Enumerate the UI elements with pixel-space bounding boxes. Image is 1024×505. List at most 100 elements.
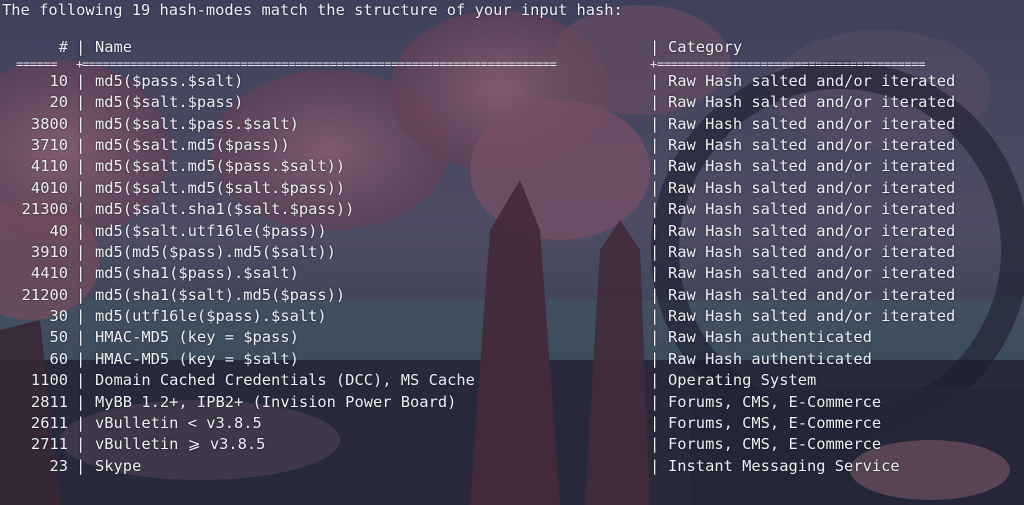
row-num: 2811: [30, 392, 68, 411]
table-header: # | Name | Category: [2, 37, 1022, 58]
column-separator: |: [650, 307, 660, 326]
header-category: Category: [668, 38, 743, 57]
column-separator: |: [76, 328, 86, 347]
table-row: 4010 | md5($salt.md5($salt.$pass)) | Raw Has…: [2, 178, 1022, 199]
row-category: Forums, CMS, E-Commerce: [668, 392, 882, 411]
column-separator: |: [650, 285, 660, 304]
column-separator: |: [650, 135, 660, 154]
row-num: 10: [49, 71, 68, 90]
row-name: HMAC-MD5 (key = $pass): [95, 328, 299, 347]
column-separator: |: [650, 264, 660, 283]
row-category: Raw Hash salted and/or iterated: [668, 93, 956, 112]
column-separator: |: [76, 285, 86, 304]
column-separator: |: [76, 93, 86, 112]
column-separator: |: [650, 71, 660, 90]
column-separator: |: [650, 221, 660, 240]
row-category: Raw Hash authenticated: [668, 328, 872, 347]
rule-name: ========================================…: [82, 56, 557, 71]
column-separator: |: [650, 242, 660, 261]
row-num: 20: [49, 93, 68, 112]
row-name: Domain Cached Credentials (DCC), MS Cach…: [95, 371, 475, 390]
row-num: 40: [49, 221, 68, 240]
table-header-rule: ====== + ===============================…: [2, 57, 1022, 71]
column-separator: |: [76, 221, 86, 240]
row-name: md5(sha1($salt).md5($pass)): [95, 285, 346, 304]
row-num: 23: [49, 456, 68, 475]
column-separator: |: [76, 200, 86, 219]
column-separator: |: [650, 178, 660, 197]
row-name: md5(sha1($pass).$salt): [95, 264, 299, 283]
column-separator: |: [76, 114, 86, 133]
row-name: md5($salt.md5($pass.$salt)): [95, 157, 346, 176]
row-name: md5($salt.md5($pass)): [95, 135, 290, 154]
row-name: MyBB 1.2+, IPB2+ (Invision Power Board): [95, 392, 457, 411]
column-separator: |: [650, 456, 660, 475]
row-name: HMAC-MD5 (key = $salt): [95, 349, 299, 368]
row-num: 2611: [30, 414, 68, 433]
column-separator: |: [76, 242, 86, 261]
table-row: 2611 | vBulletin < v3.8.5 | Forums, CMS, E-C…: [2, 413, 1022, 434]
column-separator: |: [76, 38, 86, 57]
column-separator: |: [650, 157, 660, 176]
column-separator: |: [76, 178, 86, 197]
terminal-output: The following 19 hash-modes match the st…: [2, 0, 1022, 477]
row-name: md5(utf16le($pass).$salt): [95, 307, 327, 326]
row-category: Raw Hash salted and/or iterated: [668, 285, 956, 304]
row-category: Raw Hash salted and/or iterated: [668, 200, 956, 219]
table-row: 4410 | md5(sha1($pass).$salt) | Raw Hash sal…: [2, 263, 1022, 284]
rule-num: ======: [16, 56, 58, 71]
row-category: Raw Hash salted and/or iterated: [668, 71, 956, 90]
row-name: md5($salt.$pass): [95, 93, 244, 112]
header-name: Name: [95, 38, 133, 57]
row-category: Raw Hash salted and/or iterated: [668, 178, 956, 197]
row-num: 4410: [30, 264, 68, 283]
column-separator: |: [76, 157, 86, 176]
terminal-window[interactable]: The following 19 hash-modes match the st…: [0, 0, 1024, 505]
table-row: 4110 | md5($salt.md5($pass.$salt)) | Raw Has…: [2, 156, 1022, 177]
row-category: Raw Hash salted and/or iterated: [668, 157, 956, 176]
row-num: 4010: [30, 178, 68, 197]
column-separator: |: [76, 392, 86, 411]
column-separator: |: [76, 264, 86, 283]
column-separator: |: [650, 371, 660, 390]
row-num: 2711: [30, 435, 68, 454]
row-num: 21200: [21, 285, 68, 304]
row-category: Raw Hash salted and/or iterated: [668, 135, 956, 154]
row-num: 60: [49, 349, 68, 368]
row-category: Raw Hash salted and/or iterated: [668, 307, 956, 326]
table-row: 23 | Skype | Instant Messaging Service: [2, 456, 1022, 477]
column-separator: |: [76, 371, 86, 390]
row-category: Raw Hash salted and/or iterated: [668, 242, 956, 261]
row-name: md5($salt.sha1($salt.$pass)): [95, 200, 355, 219]
row-num: 21300: [21, 200, 68, 219]
row-category: Raw Hash authenticated: [668, 349, 872, 368]
row-name: vBulletin < v3.8.5: [95, 414, 262, 433]
table-body: 10 | md5($pass.$salt) | Raw Hash salted and/…: [2, 71, 1022, 477]
row-category: Raw Hash salted and/or iterated: [668, 264, 956, 283]
table-row: 50 | HMAC-MD5 (key = $pass) | Raw Hash authe…: [2, 327, 1022, 348]
row-num: 3800: [30, 114, 68, 133]
column-separator: |: [76, 135, 86, 154]
column-separator: |: [650, 114, 660, 133]
table-row: 10 | md5($pass.$salt) | Raw Hash salted and/…: [2, 71, 1022, 92]
row-category: Forums, CMS, E-Commerce: [668, 435, 882, 454]
column-separator: |: [76, 71, 86, 90]
table-row: 2711 | vBulletin ⩾ v3.8.5 | Forums, CMS, E-C…: [2, 434, 1022, 455]
table-row: 21200 | md5(sha1($salt).md5($pass)) | Raw Ha…: [2, 285, 1022, 306]
row-category: Raw Hash salted and/or iterated: [668, 114, 956, 133]
row-num: 3710: [30, 135, 68, 154]
column-separator: |: [650, 328, 660, 347]
row-category: Raw Hash salted and/or iterated: [668, 221, 956, 240]
table-row: 3710 | md5($salt.md5($pass)) | Raw Hash salt…: [2, 135, 1022, 156]
row-num: 50: [49, 328, 68, 347]
header-num: #: [58, 38, 68, 57]
table-row: 30 | md5(utf16le($pass).$salt) | Raw Hash sa…: [2, 306, 1022, 327]
column-separator: |: [76, 349, 86, 368]
row-name: md5($salt.md5($salt.$pass)): [95, 178, 346, 197]
column-separator: |: [650, 93, 660, 112]
row-name: md5(md5($pass).md5($salt)): [95, 242, 336, 261]
row-name: md5($salt.utf16le($pass)): [95, 221, 327, 240]
row-num: 30: [49, 307, 68, 326]
row-name: md5($salt.$pass.$salt): [95, 114, 299, 133]
column-separator: |: [76, 414, 86, 433]
